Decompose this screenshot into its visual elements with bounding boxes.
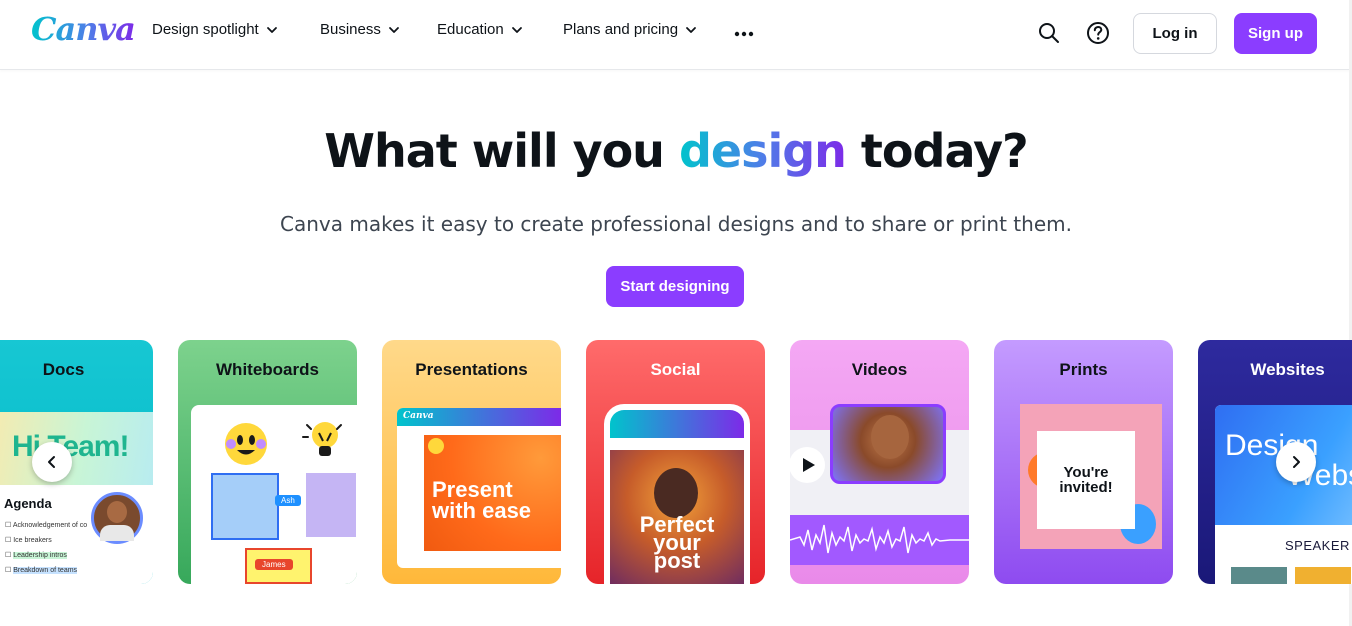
post-text-line: post bbox=[653, 548, 701, 573]
arrow-left-icon bbox=[48, 456, 55, 468]
card-label: Whiteboards bbox=[216, 360, 319, 379]
agenda-item: ☐ Leadership intros bbox=[5, 552, 67, 559]
hero-title-end: today? bbox=[845, 124, 1029, 178]
agenda-item: ☐ Acknowledgement of co bbox=[5, 522, 88, 529]
hero-title-start: What will you bbox=[324, 124, 679, 178]
card-label: Prints bbox=[1059, 360, 1108, 379]
category-card-presentations[interactable]: Presentations Canva Present with ease bbox=[382, 340, 561, 584]
video-timeline-preview bbox=[790, 404, 969, 520]
avatar bbox=[91, 492, 143, 544]
card-label: Websites bbox=[1250, 360, 1325, 379]
phone-app-bar bbox=[610, 410, 744, 438]
nav-label: Education bbox=[437, 21, 504, 38]
chevron-down-icon bbox=[511, 26, 522, 33]
nav-label: Plans and pricing bbox=[563, 21, 679, 38]
whiteboard-preview: Ash James bbox=[191, 405, 357, 584]
nav-plans-and-pricing[interactable]: Plans and pricing bbox=[563, 21, 698, 38]
start-designing-button[interactable]: Start designing bbox=[606, 266, 744, 307]
carousel-prev-button[interactable] bbox=[32, 442, 72, 482]
category-card-videos[interactable]: Videos bbox=[790, 340, 969, 584]
help-icon[interactable] bbox=[1085, 20, 1111, 46]
chevron-down-icon bbox=[388, 26, 399, 33]
nav-education[interactable]: Education bbox=[437, 21, 524, 38]
hero-subtitle: Canva makes it easy to create profession… bbox=[280, 212, 1072, 236]
nav-design-spotlight[interactable]: Design spotlight bbox=[152, 21, 279, 38]
speaker-photo bbox=[1231, 567, 1287, 584]
speaker-photo bbox=[1295, 567, 1351, 584]
website-preview: Design Websi SPEAKER bbox=[1215, 405, 1352, 584]
hero-title-accent: design bbox=[678, 124, 847, 178]
audio-waveform bbox=[790, 515, 969, 565]
sticky-note bbox=[211, 473, 279, 540]
chevron-down-icon bbox=[686, 26, 696, 33]
login-button[interactable]: Log in bbox=[1133, 13, 1217, 54]
hero-title: What will you design today? bbox=[0, 124, 1352, 178]
slide-headline-line: with ease bbox=[432, 498, 532, 523]
search-icon[interactable] bbox=[1036, 20, 1062, 46]
card-label: Videos bbox=[851, 360, 908, 379]
nav-label: Business bbox=[320, 21, 381, 38]
social-post-image: Perfect your post bbox=[610, 450, 744, 584]
category-card-social[interactable]: Social Perfect your post bbox=[586, 340, 765, 584]
arrow-right-icon bbox=[1293, 456, 1300, 468]
more-icon[interactable] bbox=[733, 23, 755, 45]
card-label: Docs bbox=[42, 360, 85, 379]
collaborator-tag: Ash bbox=[275, 495, 301, 506]
card-label: Presentations bbox=[415, 360, 528, 379]
top-navigation-bar: Canva Design spotlight Business Educatio… bbox=[0, 0, 1352, 70]
presentation-preview: Canva Present with ease bbox=[397, 408, 561, 568]
carousel-next-button[interactable] bbox=[1276, 442, 1316, 482]
agenda-item-text: Leadership intros bbox=[13, 552, 67, 559]
docs-preview: Hi Team! Agenda ☐ Acknowledgement of co … bbox=[0, 412, 153, 584]
sticky-note bbox=[306, 473, 356, 537]
phone-preview: Perfect your post bbox=[604, 404, 750, 584]
signup-button[interactable]: Sign up bbox=[1234, 13, 1317, 54]
website-section-label: SPEAKER bbox=[1285, 538, 1350, 553]
collaborator-tag: James bbox=[255, 559, 293, 570]
category-card-websites[interactable]: Websites Design Websi SPEAKER bbox=[1198, 340, 1352, 584]
invite-text-line: You're bbox=[1063, 464, 1109, 481]
docs-agenda-list: ☐ Acknowledgement of co ☐ Ice breakers ☐… bbox=[5, 518, 87, 578]
play-icon bbox=[790, 447, 825, 483]
emoji-face-icon bbox=[225, 423, 267, 465]
docs-agenda-title: Agenda bbox=[4, 496, 52, 511]
agenda-item-text: Breakdown of teams bbox=[13, 567, 78, 574]
video-clip-thumbnail bbox=[830, 404, 946, 484]
nav-label: Design spotlight bbox=[152, 21, 259, 38]
canva-logo[interactable]: Canva bbox=[31, 10, 136, 48]
card-label: Social bbox=[650, 360, 701, 379]
lightbulb-icon bbox=[302, 422, 342, 456]
category-card-docs[interactable]: Docs Hi Team! Agenda ☐ Acknowledgement o… bbox=[0, 340, 153, 584]
slide-canvas: Present with ease bbox=[424, 435, 561, 551]
agenda-item: ☐ Breakdown of teams bbox=[5, 567, 78, 574]
nav-business[interactable]: Business bbox=[320, 21, 401, 38]
agenda-item-text: Acknowledgement of co bbox=[12, 522, 88, 529]
slide-headline-line: Present bbox=[432, 477, 513, 502]
editor-logo: Canva bbox=[403, 411, 434, 421]
agenda-item-text: Ice breakers bbox=[13, 537, 52, 544]
chevron-down-icon bbox=[266, 26, 277, 33]
category-card-prints[interactable]: Prints You're invited! bbox=[994, 340, 1173, 584]
invite-text-line: invited! bbox=[1059, 479, 1113, 496]
category-card-whiteboards[interactable]: Whiteboards Ash James bbox=[178, 340, 357, 584]
agenda-item: ☐ Ice breakers bbox=[5, 537, 52, 544]
invitation-card-front: You're invited! bbox=[1037, 431, 1135, 529]
